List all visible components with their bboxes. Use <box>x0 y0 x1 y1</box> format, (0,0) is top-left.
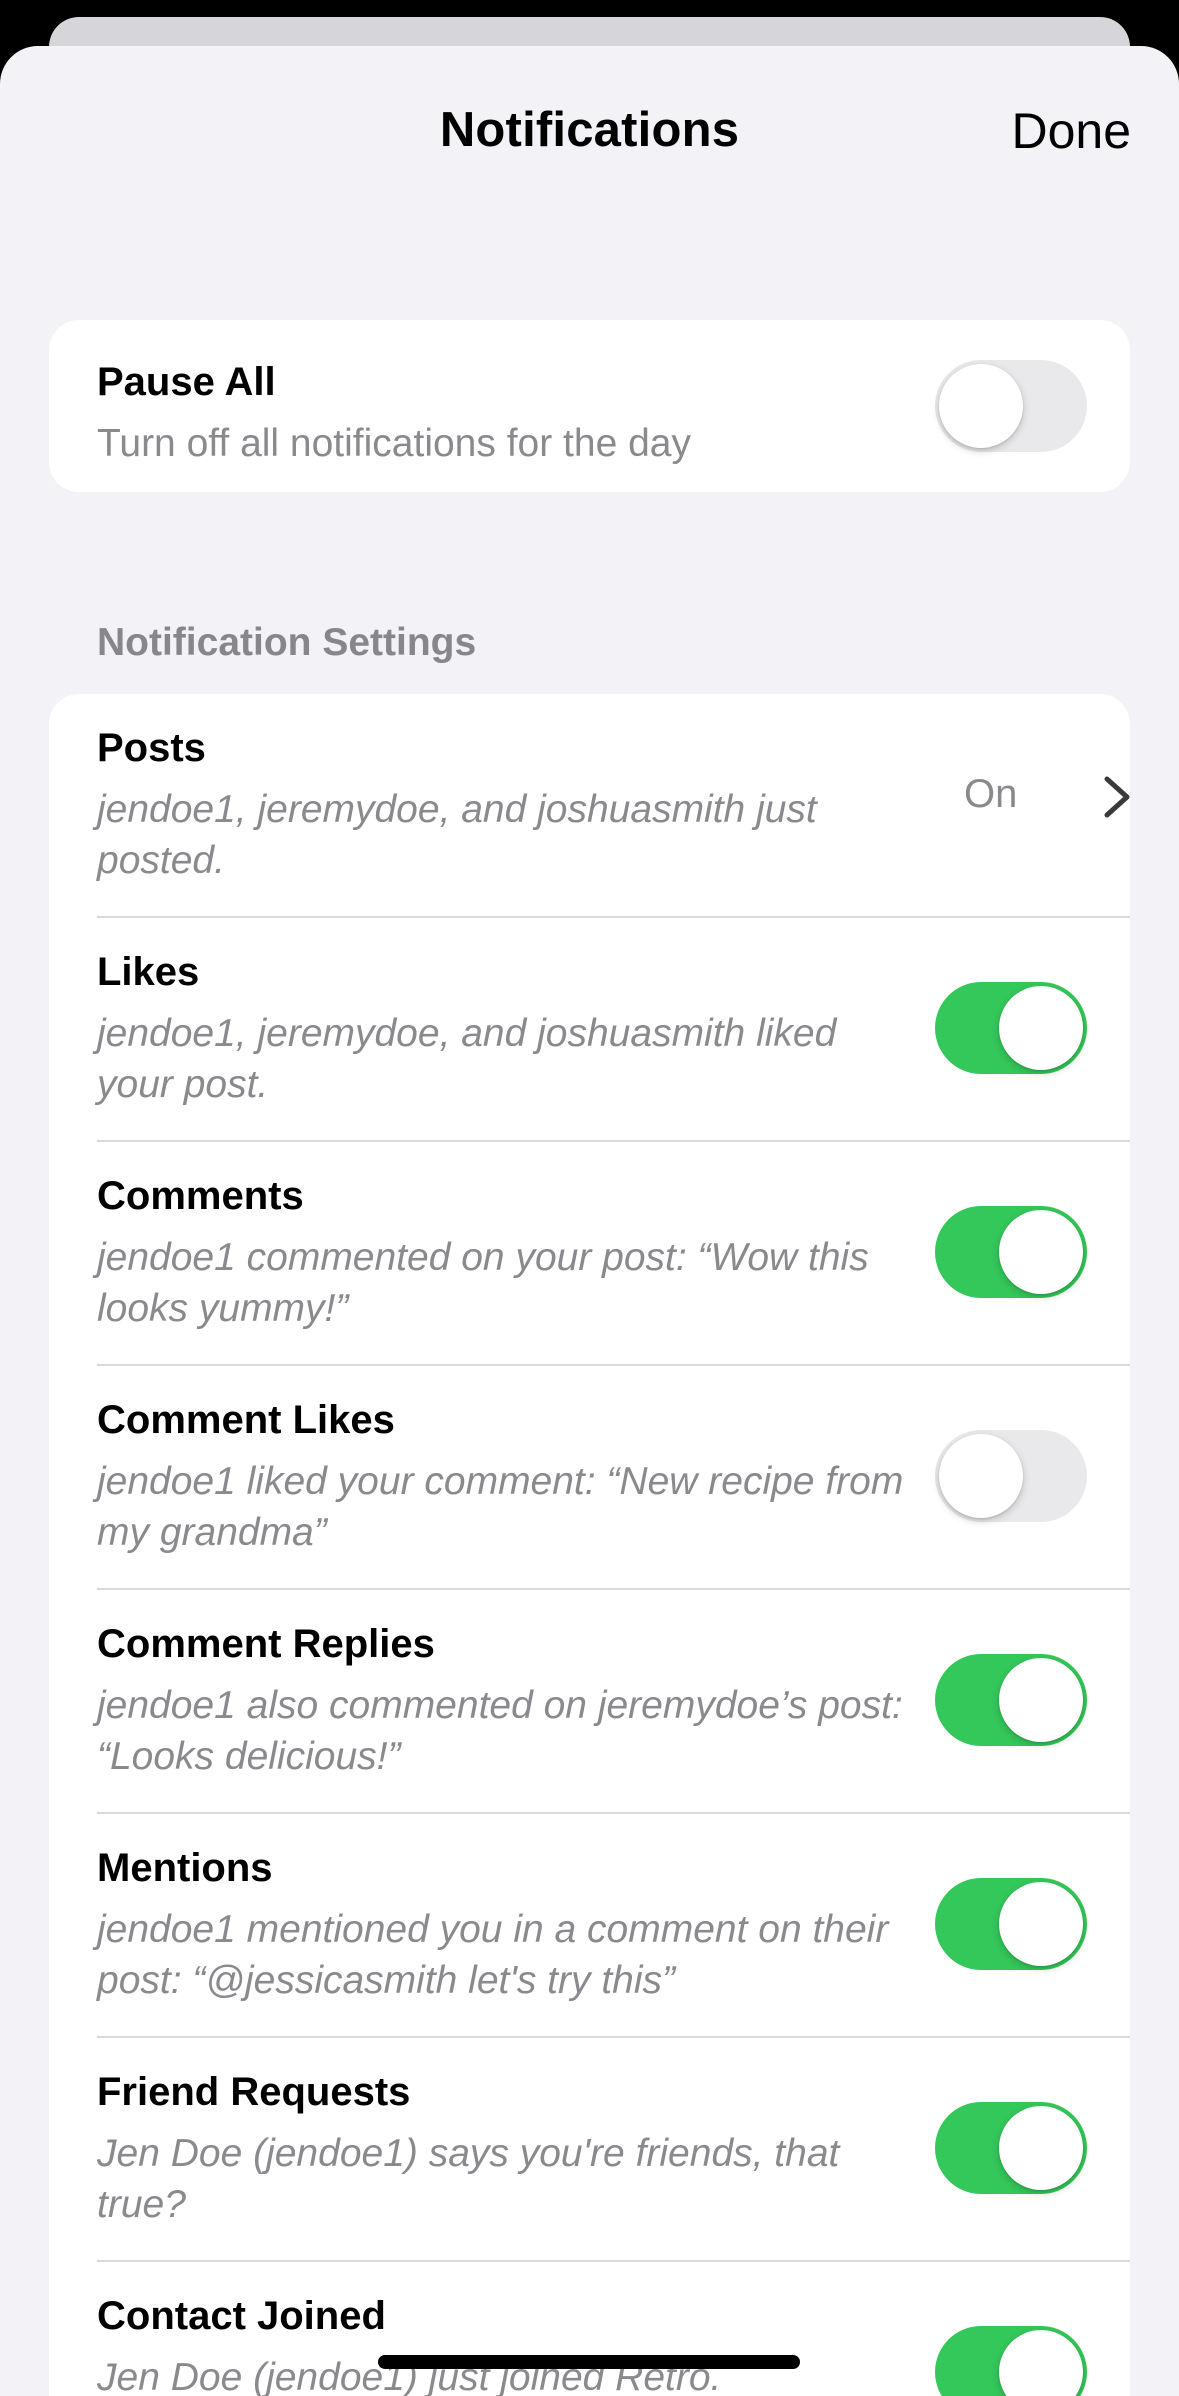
setting-description: jendoe1 liked your comment: “New recipe … <box>97 1460 904 1554</box>
section-header: Notification Settings <box>97 621 477 664</box>
toggle-knob <box>999 986 1083 1070</box>
done-button[interactable]: Done <box>1011 102 1131 160</box>
toggle-knob <box>939 1434 1023 1518</box>
toggle-knob <box>999 1210 1083 1294</box>
setting-title: Mentions <box>97 1846 273 1890</box>
setting-description: jendoe1 also commented on jeremydoe’s po… <box>97 1684 903 1778</box>
pause-all-toggle[interactable] <box>935 360 1087 452</box>
comments-toggle[interactable] <box>935 1206 1087 1298</box>
setting-row-posts[interactable]: Posts jendoe1, jeremydoe, and joshuasmit… <box>49 694 1130 918</box>
setting-title: Likes <box>97 950 200 994</box>
setting-value: On <box>964 772 1018 816</box>
setting-row-comment-replies: Comment Replies jendoe1 also commented o… <box>49 1590 1130 1814</box>
toggle-knob <box>999 2106 1083 2190</box>
setting-row-likes: Likes jendoe1, jeremydoe, and joshuasmit… <box>49 918 1130 1142</box>
setting-row-comment-likes: Comment Likes jendoe1 liked your comment… <box>49 1366 1130 1590</box>
likes-toggle[interactable] <box>935 982 1087 1074</box>
setting-title: Comment Likes <box>97 1398 395 1442</box>
setting-description: Jen Doe (jendoe1) says you're friends, t… <box>97 2132 840 2226</box>
setting-title: Contact Joined <box>97 2294 386 2338</box>
setting-row-contact-joined: Contact Joined Jen Doe (jendoe1) just jo… <box>49 2262 1130 2396</box>
setting-row-comments: Comments jendoe1 commented on your post:… <box>49 1142 1130 1366</box>
pause-all-subtitle: Turn off all notifications for the day <box>97 422 691 465</box>
contact-joined-toggle[interactable] <box>935 2326 1087 2396</box>
setting-row-mentions: Mentions jendoe1 mentioned you in a comm… <box>49 1814 1130 2038</box>
setting-description: jendoe1 mentioned you in a comment on th… <box>97 1908 889 2002</box>
pause-all-title: Pause All <box>97 360 276 404</box>
setting-title: Comment Replies <box>97 1622 435 1666</box>
setting-title: Friend Requests <box>97 2070 411 2114</box>
comment-replies-toggle[interactable] <box>935 1654 1087 1746</box>
notifications-sheet: Notifications Done Pause All Turn off al… <box>0 46 1179 2396</box>
toggle-knob <box>999 2330 1083 2396</box>
toggle-knob <box>999 1658 1083 1742</box>
toggle-knob <box>999 1882 1083 1966</box>
friend-requests-toggle[interactable] <box>935 2102 1087 2194</box>
setting-title: Comments <box>97 1174 304 1218</box>
setting-description: jendoe1, jeremydoe, and joshuasmith like… <box>97 1012 837 1106</box>
comment-likes-toggle[interactable] <box>935 1430 1087 1522</box>
setting-row-friend-requests: Friend Requests Jen Doe (jendoe1) says y… <box>49 2038 1130 2262</box>
setting-description: jendoe1 commented on your post: “Wow thi… <box>97 1236 869 1330</box>
page-title: Notifications <box>439 103 740 157</box>
setting-description: jendoe1, jeremydoe, and joshuasmith just… <box>97 788 817 882</box>
mentions-toggle[interactable] <box>935 1878 1087 1970</box>
setting-title: Posts <box>97 726 206 770</box>
notification-settings-list: Posts jendoe1, jeremydoe, and joshuasmit… <box>49 694 1130 2396</box>
chevron-right-icon <box>1104 776 1130 818</box>
pause-all-group: Pause All Turn off all notifications for… <box>49 320 1130 492</box>
home-indicator <box>378 2355 800 2369</box>
toggle-knob <box>939 364 1023 448</box>
